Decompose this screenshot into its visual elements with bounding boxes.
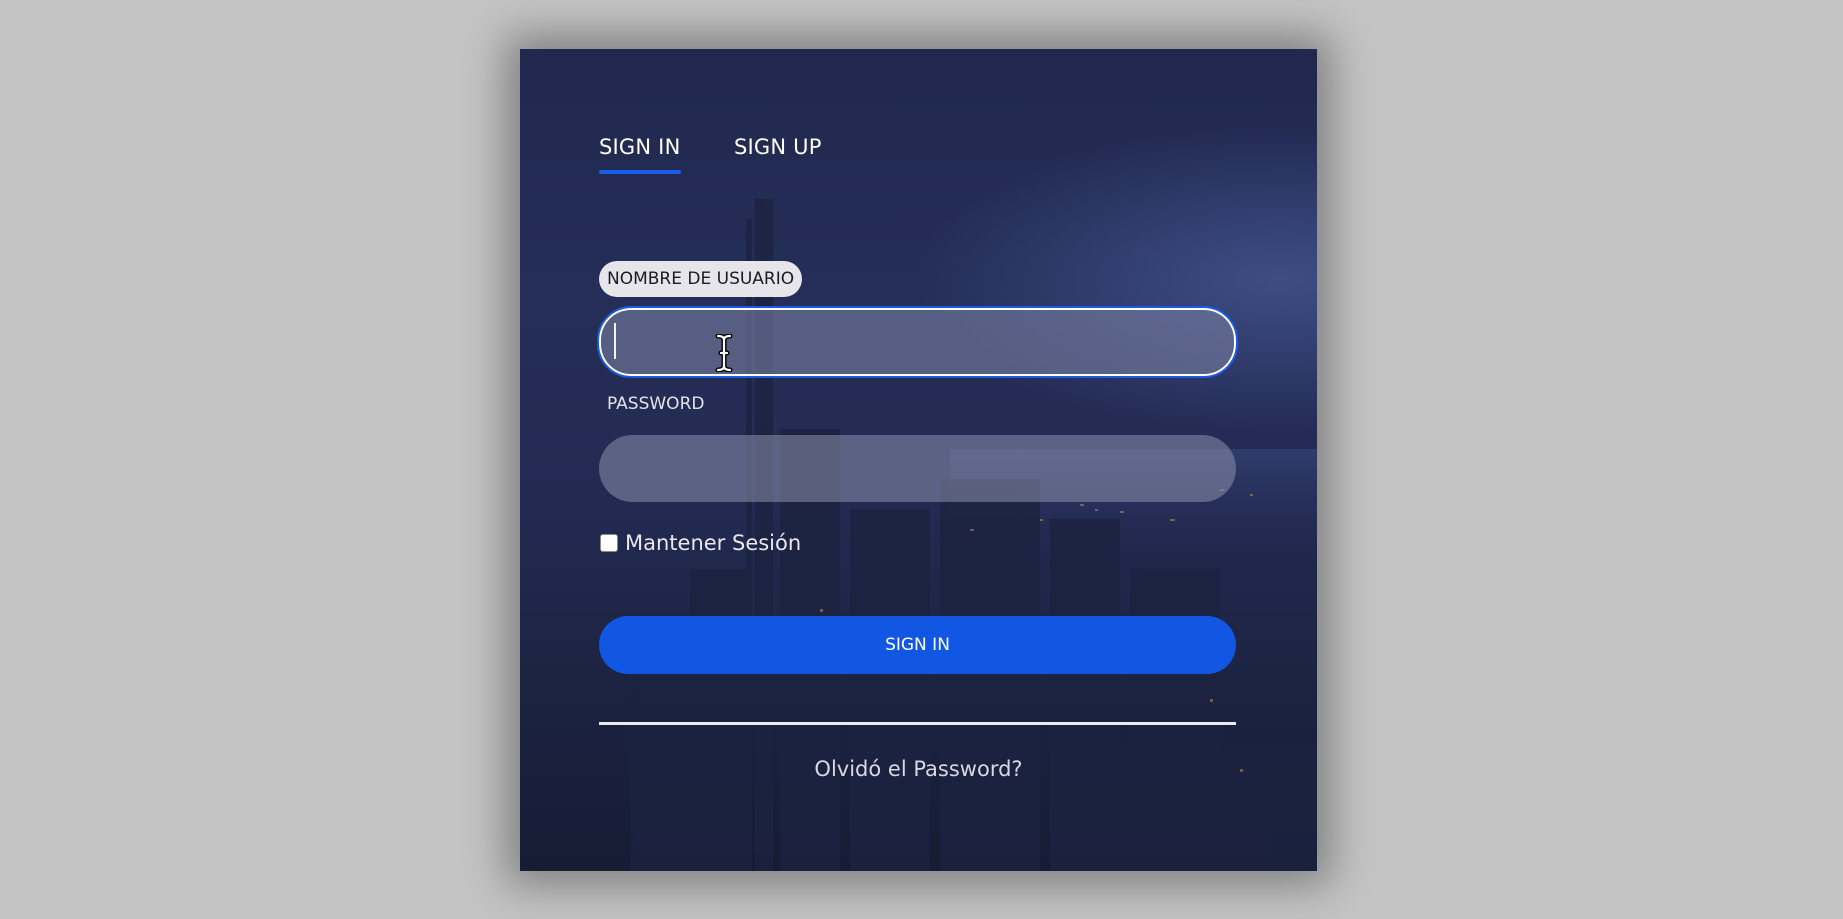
- username-label: NOMBRE DE USUARIO: [599, 261, 803, 297]
- page: SIGN IN SIGN UP NOMBRE DE USUARIO PASSWO…: [0, 0, 1843, 919]
- sign-in-button[interactable]: SIGN IN: [599, 616, 1236, 674]
- text-cursor-icon: [715, 334, 733, 372]
- active-tab-indicator: [599, 170, 681, 174]
- tab-sign-in[interactable]: SIGN IN: [599, 135, 680, 169]
- remember-session-checkbox[interactable]: [600, 534, 618, 552]
- username-input[interactable]: [597, 306, 1238, 378]
- password-input[interactable]: [599, 435, 1236, 502]
- login-card: SIGN IN SIGN UP NOMBRE DE USUARIO PASSWO…: [520, 49, 1317, 871]
- login-form: SIGN IN SIGN UP NOMBRE DE USUARIO PASSWO…: [520, 49, 1317, 871]
- password-label: PASSWORD: [607, 394, 705, 414]
- divider: [599, 722, 1236, 725]
- remember-session-label[interactable]: Mantener Sesión: [625, 530, 801, 556]
- forgot-password-link[interactable]: Olvidó el Password?: [520, 755, 1317, 783]
- text-caret: [614, 323, 616, 359]
- tab-sign-up[interactable]: SIGN UP: [734, 135, 822, 169]
